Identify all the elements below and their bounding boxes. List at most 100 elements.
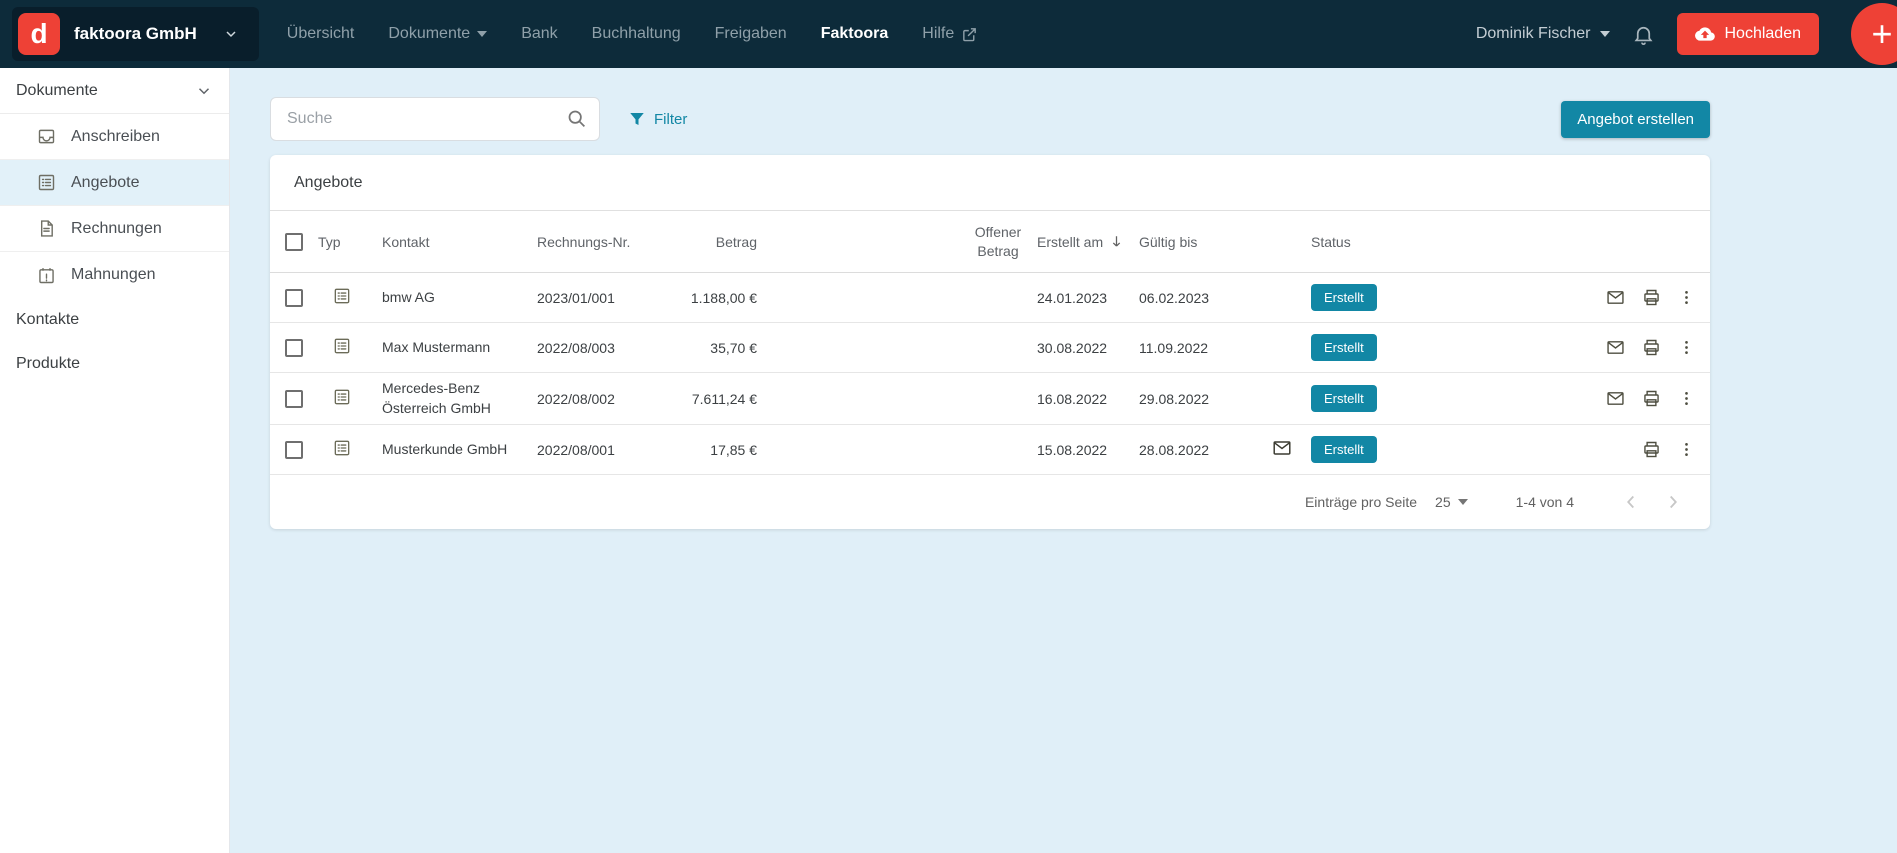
col-header-status[interactable]: Status [1311,234,1431,250]
company-name: faktoora GmbH [74,24,197,44]
pagination-bar: Einträge pro Seite 25 1-4 von 4 [270,475,1710,529]
offer-type-icon [332,286,352,306]
created-cell: 16.08.2022 [1037,391,1139,407]
col-header-kontakt[interactable]: Kontakt [382,234,537,250]
offer-type-icon [332,438,352,458]
created-cell: 24.01.2023 [1037,290,1139,306]
created-cell: 30.08.2022 [1037,340,1139,356]
amount-cell: 17,85 € [657,442,757,458]
filter-button[interactable]: Filter [628,110,687,128]
nav-hilfe[interactable]: Hilfe [922,25,978,43]
nav-freigaben[interactable]: Freigaben [715,25,787,43]
col-header-betrag[interactable]: Betrag [657,234,757,250]
chevron-down-icon [195,82,213,100]
offers-card: Angebote Typ Kontakt Rechnungs-Nr. Betra… [270,155,1710,529]
nav-buchhaltung[interactable]: Buchhaltung [592,25,681,43]
top-bar: d faktoora GmbH Übersicht Dokumente Bank… [0,0,1897,68]
invoice-no-cell: 2023/01/001 [537,290,657,306]
valid-until-cell: 29.08.2022 [1139,391,1271,407]
reminder-calendar-icon [36,265,57,286]
select-all-checkbox[interactable] [285,233,303,251]
more-options-icon[interactable] [1677,288,1696,307]
dropdown-arrow-icon [1458,499,1468,505]
contact-cell: Mercedes-Benz Österreich GmbH [382,373,537,424]
more-options-icon[interactable] [1677,338,1696,357]
amount-cell: 1.188,00 € [657,290,757,306]
offer-type-icon [332,336,352,356]
status-badge: Erstellt [1311,385,1377,412]
nav-uebersicht[interactable]: Übersicht [287,25,355,43]
contact-cell: Musterkunde GmbH [382,434,537,466]
row-checkbox[interactable] [285,339,303,357]
print-icon[interactable] [1641,388,1662,409]
search-box [270,97,600,141]
mail-sent-icon [1271,437,1293,459]
sidebar-item-anschreiben[interactable]: Anschreiben [0,114,229,160]
valid-until-cell: 06.02.2023 [1139,290,1271,306]
invoice-document-icon [36,218,57,239]
col-header-erstellt-am[interactable]: Erstellt am [1037,233,1139,250]
sidebar-section-dokumente[interactable]: Dokumente [0,68,229,114]
company-selector[interactable]: d faktoora GmbH [12,7,259,61]
more-options-icon[interactable] [1677,389,1696,408]
table-row[interactable]: bmw AG 2023/01/001 1.188,00 € 24.01.2023… [270,273,1710,323]
nav-bank[interactable]: Bank [521,25,557,43]
table-row[interactable]: Musterkunde GmbH 2022/08/001 17,85 € 15.… [270,425,1710,475]
sidebar-item-produkte[interactable]: Produkte [0,342,229,386]
valid-until-cell: 11.09.2022 [1139,340,1271,356]
cloud-upload-icon [1695,24,1715,44]
chevron-down-icon [223,26,239,42]
status-badge: Erstellt [1311,334,1377,361]
contact-cell: Max Mustermann [382,332,537,364]
faktoora-logo: d [18,13,60,55]
sidebar-item-angebote[interactable]: Angebote [0,160,229,206]
logo-letter: d [30,18,47,50]
sidebar-item-rechnungen[interactable]: Rechnungen [0,206,229,252]
contact-cell: bmw AG [382,282,537,314]
send-mail-icon[interactable] [1605,388,1626,409]
table-header-row: Typ Kontakt Rechnungs-Nr. Betrag Offener… [270,211,1710,273]
sidebar-item-kontakte[interactable]: Kontakte [0,298,229,342]
sidebar-item-mahnungen[interactable]: Mahnungen [0,252,229,298]
nav-faktoora[interactable]: Faktoora [821,25,889,43]
col-header-offener-betrag[interactable]: Offener Betrag [757,223,1037,261]
user-menu[interactable]: Dominik Fischer [1476,25,1610,43]
page-size-select[interactable]: 25 [1435,494,1468,510]
dropdown-arrow-icon [477,31,487,37]
col-header-rechnungs-nr[interactable]: Rechnungs-Nr. [537,234,657,250]
toolbar: Filter Angebot erstellen [270,97,1710,141]
letter-tray-icon [36,126,57,147]
funnel-icon [628,110,646,128]
send-mail-icon[interactable] [1605,287,1626,308]
sidebar: Dokumente Anschreiben Angebote Rechnunge… [0,68,230,853]
next-page-icon[interactable] [1662,491,1684,513]
previous-page-icon[interactable] [1620,491,1642,513]
user-name: Dominik Fischer [1476,25,1591,43]
col-header-gueltig-bis[interactable]: Gültig bis [1139,234,1271,250]
search-icon[interactable] [566,108,587,129]
row-checkbox[interactable] [285,441,303,459]
col-header-typ[interactable]: Typ [318,234,382,250]
dropdown-arrow-icon [1600,31,1610,37]
print-icon[interactable] [1641,439,1662,460]
nav-dokumente[interactable]: Dokumente [388,25,487,43]
print-icon[interactable] [1641,337,1662,358]
topbar-right: Dominik Fischer Hochladen [1476,13,1897,55]
search-input[interactable] [270,97,600,141]
row-checkbox[interactable] [285,289,303,307]
table-row[interactable]: Mercedes-Benz Österreich GmbH 2022/08/00… [270,373,1710,425]
status-badge: Erstellt [1311,436,1377,463]
more-options-icon[interactable] [1677,440,1696,459]
offer-type-icon [332,387,352,407]
send-mail-icon[interactable] [1605,337,1626,358]
create-offer-button[interactable]: Angebot erstellen [1561,101,1710,138]
invoice-no-cell: 2022/08/003 [537,340,657,356]
table-row[interactable]: Max Mustermann 2022/08/003 35,70 € 30.08… [270,323,1710,373]
upload-button[interactable]: Hochladen [1677,13,1820,55]
invoice-no-cell: 2022/08/002 [537,391,657,407]
card-title: Angebote [270,155,1710,211]
created-cell: 15.08.2022 [1037,442,1139,458]
notifications-bell-icon[interactable] [1632,23,1655,46]
print-icon[interactable] [1641,287,1662,308]
row-checkbox[interactable] [285,390,303,408]
